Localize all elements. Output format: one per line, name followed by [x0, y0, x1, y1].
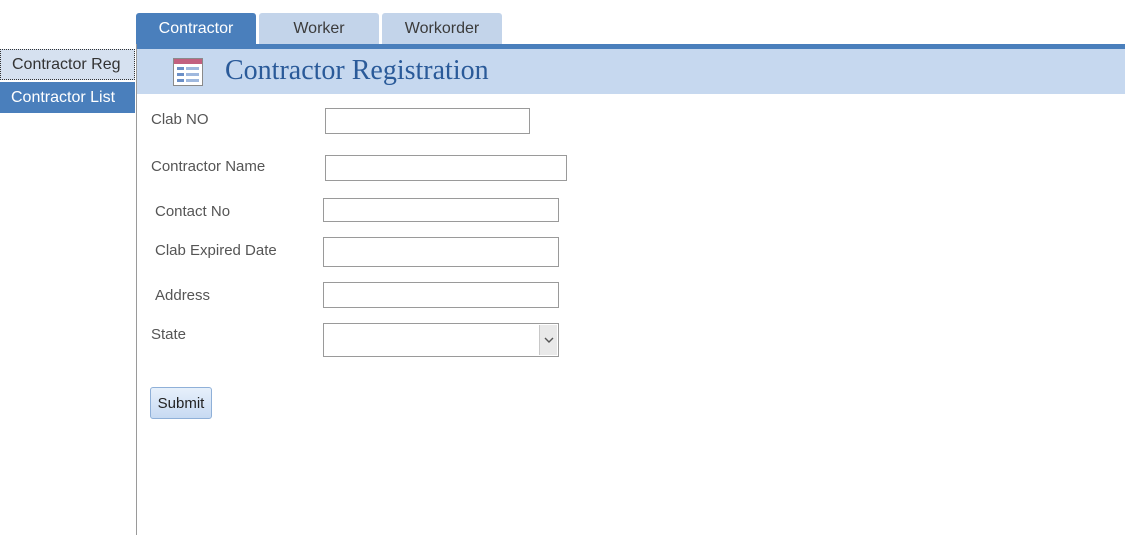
tab-contractor[interactable]: Contractor [136, 13, 256, 44]
clab-no-input[interactable] [325, 108, 530, 134]
address-label: Address [155, 287, 211, 304]
contact-no-input[interactable] [323, 198, 559, 222]
sidebar-item-label: Contractor List [11, 88, 116, 106]
submit-button[interactable]: Submit [150, 387, 212, 419]
clab-no-label: Clab NO [151, 111, 209, 128]
page-header: Contractor Registration [137, 49, 1125, 94]
sidebar-item-contractor-list[interactable]: Contractor List [0, 82, 135, 113]
tab-worker[interactable]: Worker [259, 13, 379, 44]
clab-expired-date-input[interactable] [323, 237, 559, 267]
chevron-down-icon[interactable] [539, 325, 557, 355]
sidebar-item-label: Contractor Reg [12, 55, 121, 73]
contractor-name-input[interactable] [325, 155, 567, 181]
address-input[interactable] [323, 282, 559, 308]
state-label: State [151, 326, 187, 343]
sidebar-item-contractor-reg[interactable]: Contractor Reg [0, 49, 135, 80]
contact-no-label: Contact No [155, 203, 231, 220]
state-select[interactable] [323, 323, 559, 357]
page-title: Contractor Registration [225, 55, 489, 86]
tab-workorder[interactable]: Workorder [382, 13, 502, 44]
form-icon [173, 58, 203, 86]
clab-expired-date-label: Clab Expired Date [155, 242, 277, 259]
contractor-name-label: Contractor Name [151, 158, 266, 175]
sidebar-divider [136, 44, 137, 535]
